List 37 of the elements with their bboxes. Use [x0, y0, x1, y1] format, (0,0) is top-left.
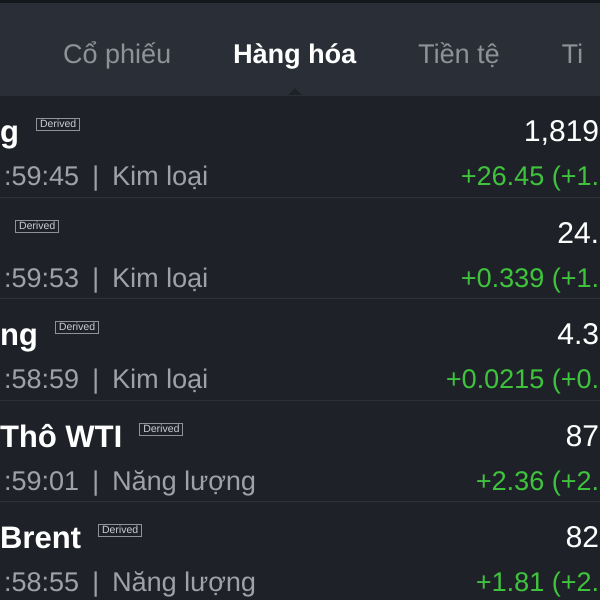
derived-badge: Derived — [54, 321, 100, 334]
category-label: Năng lượng — [112, 566, 256, 599]
commodity-name: Thô WTI — [0, 418, 122, 456]
pipe-separator: | — [92, 464, 100, 498]
category-label: Năng lượng — [112, 464, 256, 498]
price-value: 1,819 — [524, 114, 599, 150]
pipe-separator: | — [92, 160, 100, 193]
commodity-name: Brent — [0, 519, 81, 557]
price-change: +0.339 (+1. — [460, 262, 599, 295]
price-change: +26.45 (+1. — [460, 160, 599, 193]
quote-time: :59:45 — [4, 160, 80, 193]
category-label: Kim loại — [112, 160, 208, 193]
pipe-separator: | — [92, 566, 100, 599]
tab[interactable]: Cổ phiếu — [63, 37, 172, 71]
derived-badge: Derived — [139, 422, 184, 436]
price-change: +0.0215 (+0. — [446, 363, 599, 396]
price-value: 82 — [566, 520, 599, 556]
commodity-name: g — [0, 113, 19, 151]
quote-time: :58:55 — [4, 566, 80, 599]
category-label: Kim loại — [112, 363, 208, 396]
tab[interactable]: Ti — [562, 37, 584, 71]
derived-badge: Derived — [36, 118, 80, 131]
price-change: +1.81 (+2. — [476, 566, 599, 599]
commodity-name: ng — [0, 316, 38, 354]
derived-badge: Derived — [98, 524, 142, 537]
price-change: +2.36 (+2. — [476, 464, 599, 498]
quote-time: :58:59 — [4, 363, 80, 396]
price-value: 4.3 — [557, 317, 599, 353]
quote-time: :59:53 — [4, 262, 80, 294]
price-value: 87 — [566, 418, 599, 454]
price-value: 24. — [557, 216, 599, 252]
tab[interactable]: Tiền tệ — [418, 37, 500, 71]
pipe-separator: | — [92, 262, 100, 295]
pipe-separator: | — [92, 363, 100, 396]
derived-badge: Derived — [15, 220, 60, 232]
category-label: Kim loại — [112, 262, 208, 294]
quote-time: :59:01 — [4, 464, 80, 498]
